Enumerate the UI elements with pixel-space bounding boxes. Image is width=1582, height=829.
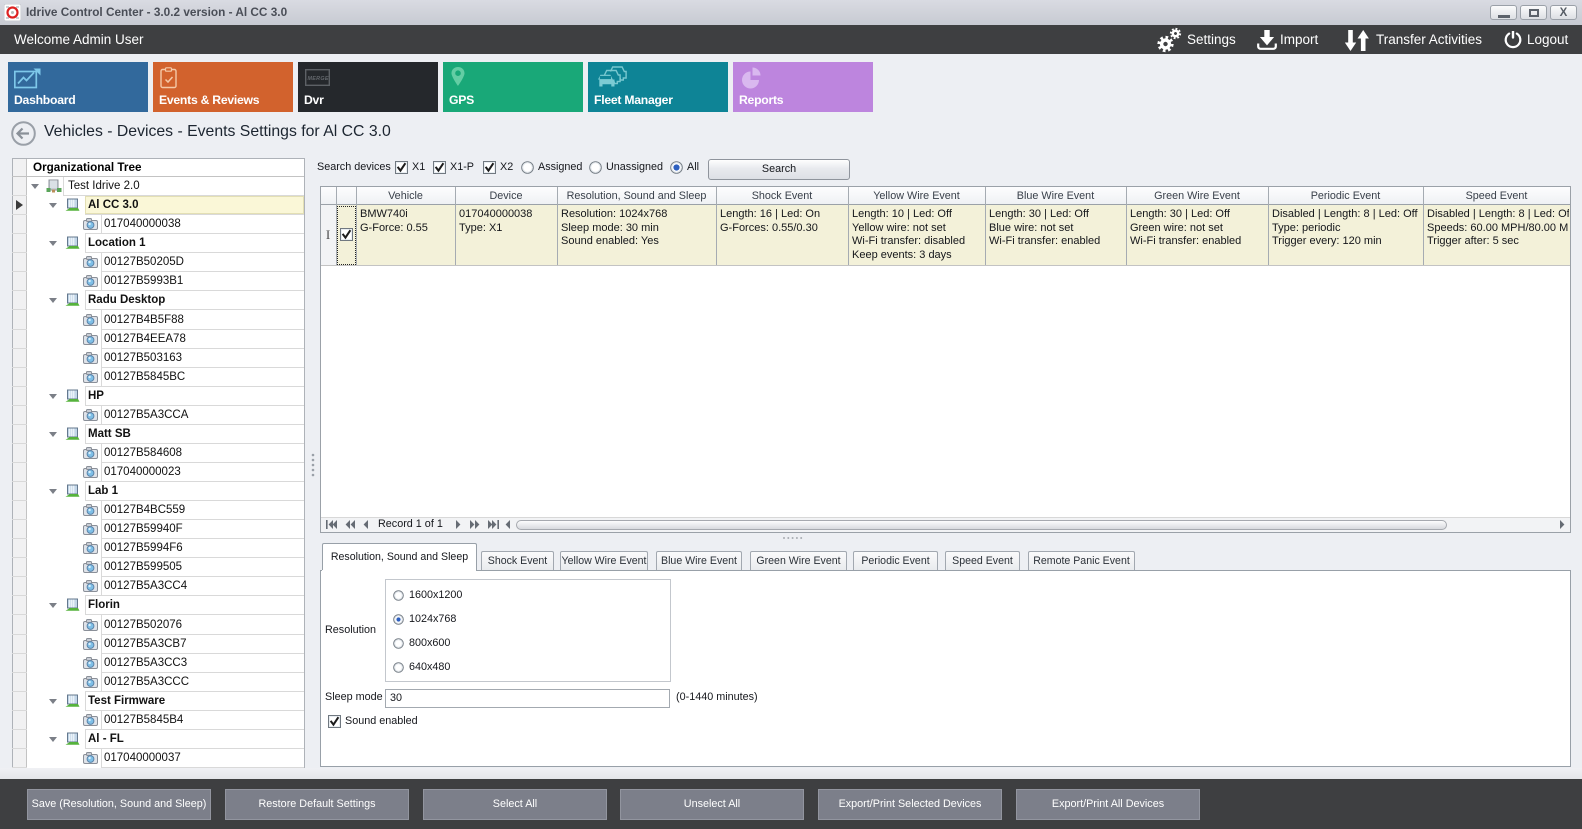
svg-text:MERGE: MERGE [308, 76, 329, 82]
